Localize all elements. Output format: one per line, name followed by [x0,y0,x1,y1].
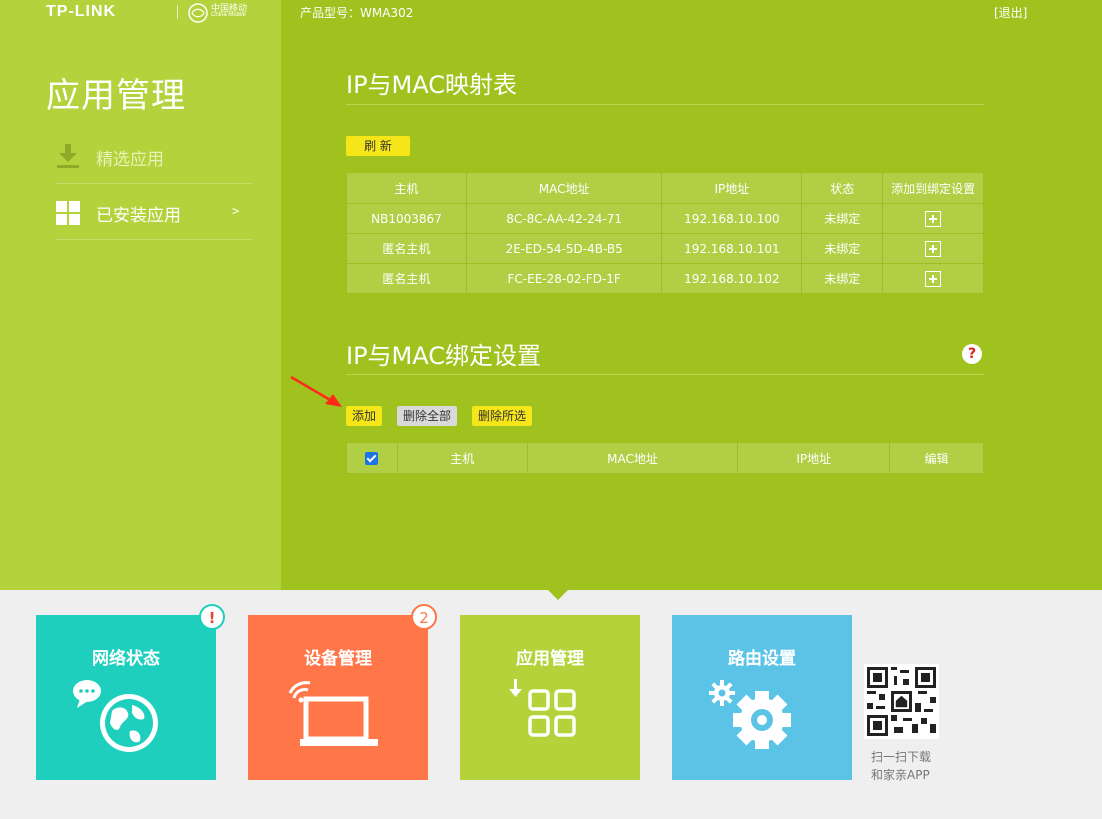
column-header-ip: IP地址 [661,172,803,204]
tile-network-status[interactable]: 网络状态 [36,615,216,780]
tile-app-management[interactable]: 应用管理 [460,615,640,780]
delete-selected-button[interactable]: 删除所选 [472,406,532,426]
table-header-row: 主机 MAC地址 IP地址 状态 添加到绑定设置 [346,172,984,204]
mapping-table: 主机 MAC地址 IP地址 状态 添加到绑定设置 NB1003867 8C-8C… [346,172,984,294]
delete-all-button[interactable]: 删除全部 [397,406,457,426]
sidebar-item-installed-apps[interactable]: 已安装应用 > [56,185,253,240]
tile-label: 网络状态 [92,649,160,669]
apps-download-icon [509,679,576,737]
cell-mac: FC-EE-28-02-FD-1F [465,263,663,294]
add-binding-plus-icon[interactable] [925,240,942,257]
product-model: 产品型号：WMA302 [300,6,414,20]
logout-link[interactable]: [退出] [994,4,1027,21]
partner-name-en: China Mobile [211,12,247,18]
tile-router-settings[interactable]: 路由设置 [672,615,852,780]
column-header-mac: MAC地址 [465,172,663,204]
column-header-add-to-binding: 添加到绑定设置 [882,172,984,204]
cell-ip: 192.168.10.102 [661,263,803,294]
qr-caption-line2: 和家亲APP [871,768,930,782]
table-row: 匿名主机 FC-EE-28-02-FD-1F 192.168.10.102 未绑… [346,263,984,294]
cell-status: 未绑定 [801,263,884,294]
cell-ip: 192.168.10.100 [661,203,803,234]
cell-host: 匿名主机 [346,263,467,294]
qr-code-icon [864,664,939,739]
column-header-host: 主机 [396,442,528,474]
device-count-badge: 2 [411,604,437,630]
add-button[interactable]: 添加 [346,406,382,426]
sidebar-item-label: 已安装应用 [96,206,181,226]
tile-label: 应用管理 [516,649,584,669]
cell-status: 未绑定 [801,233,884,264]
select-all-checkbox[interactable] [365,452,379,465]
table-row: NB1003867 8C-8C-AA-42-24-71 192.168.10.1… [346,203,984,234]
section-divider [346,104,984,105]
cell-mac: 8C-8C-AA-42-24-71 [465,203,663,234]
active-tile-pointer [548,590,568,600]
sidebar-item-label: 精选应用 [96,150,164,170]
help-icon[interactable]: ? [962,344,982,364]
logo-divider [177,5,178,19]
laptop-wifi-icon [288,681,378,746]
column-header-edit: 编辑 [889,442,984,474]
gears-icon [709,680,791,749]
grid-icon [56,201,80,225]
mapping-section-title: IP与MAC映射表 [346,71,518,99]
network-alert-badge: ! [199,604,225,630]
annotation-arrow-icon [290,375,342,407]
column-header-mac: MAC地址 [526,442,739,474]
cell-host: 匿名主机 [346,233,467,264]
binding-table: 主机 MAC地址 IP地址 编辑 [346,442,984,474]
tile-label: 设备管理 [304,649,372,669]
add-binding-plus-icon[interactable] [925,210,942,227]
column-header-select [346,442,398,474]
globe-chat-icon [73,680,158,752]
cell-add [882,263,984,294]
china-mobile-logo-icon [188,3,208,23]
brand-logo: TP-LINK [46,3,117,20]
tile-label: 路由设置 [728,649,796,669]
column-header-ip: IP地址 [737,442,891,474]
qr-caption-line1: 扫一扫下载 [871,750,932,764]
column-header-host: 主机 [346,172,467,204]
section-divider [346,374,984,375]
cell-mac: 2E-ED-54-5D-4B-B5 [465,233,663,264]
tile-device-management[interactable]: 设备管理 [248,615,428,780]
download-icon [57,144,79,168]
cell-status: 未绑定 [801,203,884,234]
table-row: 匿名主机 2E-ED-54-5D-4B-B5 192.168.10.101 未绑… [346,233,984,264]
cell-add [882,233,984,264]
column-header-status: 状态 [801,172,884,204]
chevron-right-icon: > [232,204,240,218]
add-binding-plus-icon[interactable] [925,270,942,287]
table-header-row: 主机 MAC地址 IP地址 编辑 [346,442,984,474]
cell-host: NB1003867 [346,203,467,234]
binding-section-title: IP与MAC绑定设置 [346,342,542,370]
cell-add [882,203,984,234]
cell-ip: 192.168.10.101 [661,233,803,264]
sidebar-item-featured-apps[interactable]: 精选应用 [56,129,253,184]
refresh-button[interactable]: 刷 新 [346,136,410,156]
sidebar-title: 应用管理 [46,76,186,116]
